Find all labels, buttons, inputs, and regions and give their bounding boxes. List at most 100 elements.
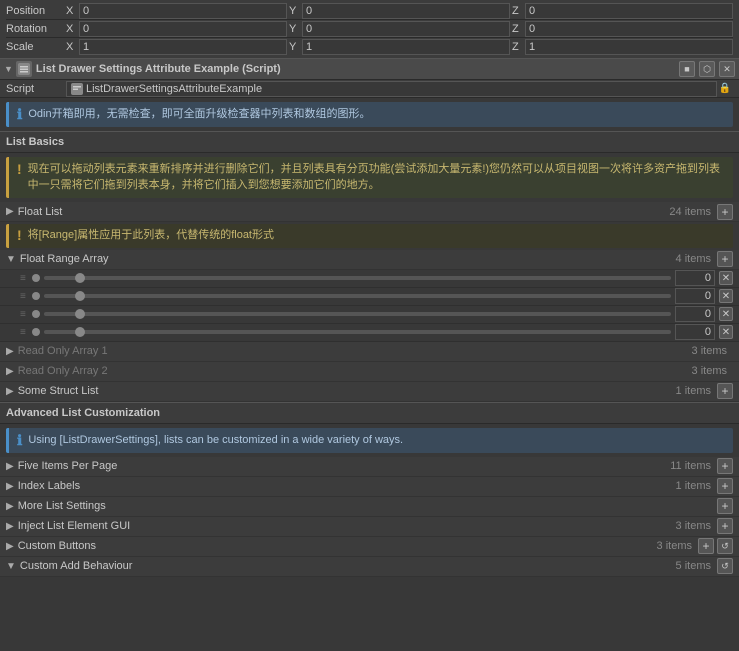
rotation-fields: X Y Z — [66, 21, 733, 37]
custom-add-row[interactable]: ▼ Custom Add Behaviour 5 items ↺ — [0, 557, 739, 577]
custom-buttons-row[interactable]: ▶ Custom Buttons 3 items + ↺ — [0, 537, 739, 557]
slider-track-1[interactable] — [44, 294, 671, 298]
position-x-axis: X — [66, 5, 76, 17]
script-label: Script — [6, 83, 66, 95]
more-list-add-button[interactable]: + — [717, 498, 733, 514]
slider-value-1[interactable] — [675, 288, 715, 304]
slider-value-3[interactable] — [675, 324, 715, 340]
slider-remove-2[interactable]: ✕ — [719, 307, 733, 321]
readonly-1-arrow: ▶ — [6, 346, 14, 357]
component-settings-button[interactable]: ⬡ — [699, 61, 715, 77]
drag-handle-0: ≡ — [20, 273, 26, 284]
component-ref-button[interactable]: ■ — [679, 61, 695, 77]
slider-remove-1[interactable]: ✕ — [719, 289, 733, 303]
slider-circle-1 — [32, 292, 40, 300]
component-title: List Drawer Settings Attribute Example (… — [36, 63, 679, 75]
slider-track-3[interactable] — [44, 330, 671, 334]
slider-track-0[interactable] — [44, 276, 671, 280]
scale-x-input[interactable] — [79, 39, 287, 55]
float-range-slider-3: ≡ ✕ — [0, 324, 739, 342]
custom-buttons-add-button[interactable]: + — [698, 538, 714, 554]
top-info-box: ℹ Odin开箱即用，无需检查，即可全面升级检查器中列表和数组的图形。 — [6, 102, 733, 127]
five-items-row[interactable]: ▶ Five Items Per Page 11 items + — [0, 457, 739, 477]
scale-row: Scale X Y Z — [6, 38, 733, 56]
rotation-x-field: X — [66, 21, 287, 37]
slider-remove-0[interactable]: ✕ — [719, 271, 733, 285]
component-close-button[interactable]: ✕ — [719, 61, 735, 77]
component-header-buttons: ■ ⬡ ✕ — [679, 61, 735, 77]
float-list-count: 24 items — [669, 206, 711, 218]
scale-x-field: X — [66, 39, 287, 55]
float-range-warn-icon: ! — [17, 228, 22, 242]
scale-z-input[interactable] — [525, 39, 733, 55]
inject-list-arrow: ▶ — [6, 521, 14, 532]
five-items-name: Five Items Per Page — [18, 460, 671, 472]
slider-remove-3[interactable]: ✕ — [719, 325, 733, 339]
scale-y-axis: Y — [289, 41, 299, 53]
float-range-count: 4 items — [676, 253, 711, 265]
info-icon: ℹ — [17, 107, 22, 121]
slider-thumb-3 — [75, 327, 85, 337]
slider-thumb-0 — [75, 273, 85, 283]
position-x-input[interactable] — [79, 3, 287, 19]
component-toggle[interactable]: ▼ — [4, 64, 16, 74]
index-labels-count: 1 items — [676, 480, 711, 492]
readonly-1-name: Read Only Array 1 — [18, 345, 692, 357]
inject-list-name: Inject List Element GUI — [18, 520, 676, 532]
slider-thumb-2 — [75, 309, 85, 319]
readonly-array-2-row[interactable]: ▶ Read Only Array 2 3 items — [0, 362, 739, 382]
inject-list-count: 3 items — [676, 520, 711, 532]
float-range-add-button[interactable]: + — [717, 251, 733, 267]
inject-list-row[interactable]: ▶ Inject List Element GUI 3 items + — [0, 517, 739, 537]
more-list-settings-row[interactable]: ▶ More List Settings + — [0, 497, 739, 517]
drag-handle-3: ≡ — [20, 327, 26, 338]
float-range-slider-1: ≡ ✕ — [0, 288, 739, 306]
readonly-2-arrow: ▶ — [6, 366, 14, 377]
slider-thumb-1 — [75, 291, 85, 301]
advanced-info-box: ℹ Using [ListDrawerSettings], lists can … — [6, 428, 733, 453]
float-range-warn: ! 将[Range]属性应用于此列表，代替传统的float形式 — [6, 224, 733, 247]
some-struct-add-button[interactable]: + — [717, 383, 733, 399]
five-items-add-button[interactable]: + — [717, 458, 733, 474]
scale-y-input[interactable] — [302, 39, 510, 55]
custom-buttons-name: Custom Buttons — [18, 540, 657, 552]
some-struct-list-row[interactable]: ▶ Some Struct List 1 items + — [0, 382, 739, 402]
float-range-slider-0: ≡ ✕ — [0, 270, 739, 288]
float-range-warn-text: 将[Range]属性应用于此列表，代替传统的float形式 — [28, 228, 274, 243]
rotation-z-input[interactable] — [525, 21, 733, 37]
readonly-1-count: 3 items — [692, 345, 727, 357]
slider-value-2[interactable] — [675, 306, 715, 322]
slider-circle-2 — [32, 310, 40, 318]
position-y-axis: Y — [289, 5, 299, 17]
position-z-axis: Z — [512, 5, 522, 17]
custom-buttons-refresh-button[interactable]: ↺ — [717, 538, 733, 554]
inject-list-add-button[interactable]: + — [717, 518, 733, 534]
five-items-count: 11 items — [670, 460, 711, 472]
readonly-array-1-row[interactable]: ▶ Read Only Array 1 3 items — [0, 342, 739, 362]
position-y-input[interactable] — [302, 3, 510, 19]
index-labels-row[interactable]: ▶ Index Labels 1 items + — [0, 477, 739, 497]
float-range-slider-2: ≡ ✕ — [0, 306, 739, 324]
position-z-input[interactable] — [525, 3, 733, 19]
advanced-title: Advanced List Customization — [6, 407, 160, 419]
rotation-x-input[interactable] — [79, 21, 287, 37]
index-labels-add-button[interactable]: + — [717, 478, 733, 494]
slider-circle-0 — [32, 274, 40, 282]
scale-x-axis: X — [66, 41, 76, 53]
float-range-header[interactable]: ▼ Float Range Array 4 items + — [0, 250, 739, 270]
list-basics-info-text: 现在可以拖动列表元素来重新排序并进行删除它们，并且列表具有分页功能(尝试添加大量… — [28, 162, 725, 193]
component-icon — [16, 61, 32, 77]
index-labels-name: Index Labels — [18, 480, 676, 492]
advanced-info-icon: ℹ — [17, 433, 22, 447]
scale-fields: X Y Z — [66, 39, 733, 55]
slider-track-2[interactable] — [44, 312, 671, 316]
custom-add-refresh-button[interactable]: ↺ — [717, 558, 733, 574]
slider-value-0[interactable] — [675, 270, 715, 286]
float-list-row[interactable]: ▶ Float List 24 items + — [0, 202, 739, 222]
float-list-add-button[interactable]: + — [717, 204, 733, 220]
component-toggle-arrow: ▼ — [4, 64, 13, 74]
advanced-info-text: Using [ListDrawerSettings], lists can be… — [28, 433, 403, 448]
lock-icon: 🔒 — [717, 83, 733, 94]
rotation-y-input[interactable] — [302, 21, 510, 37]
float-range-name: Float Range Array — [20, 253, 676, 265]
